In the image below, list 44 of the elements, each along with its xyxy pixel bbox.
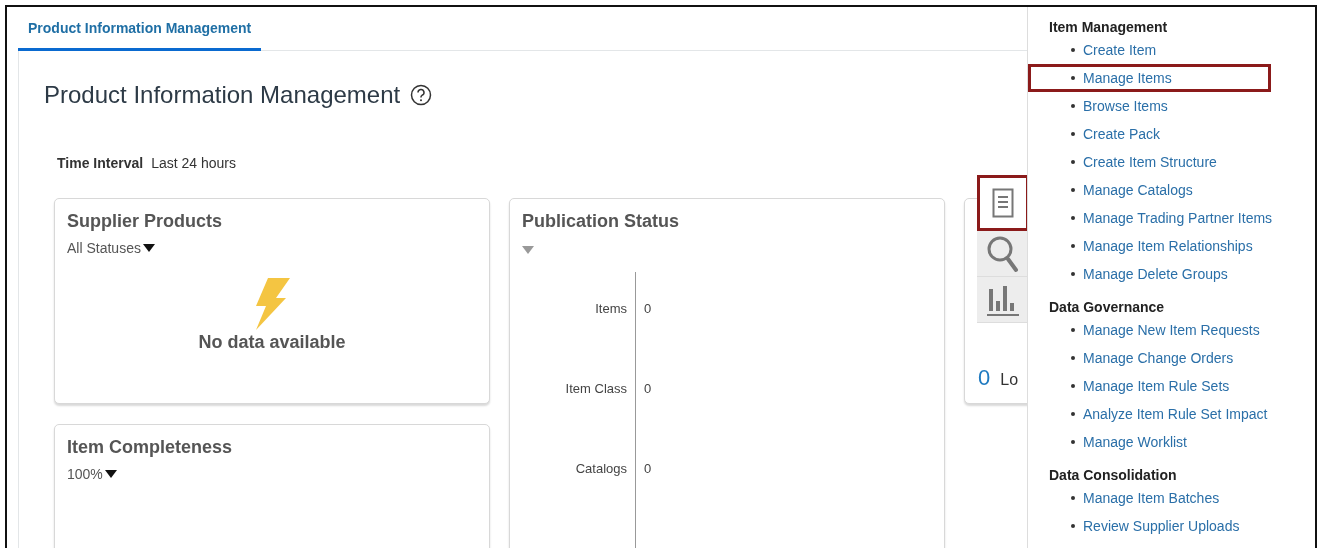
status-label: Items — [594, 300, 627, 316]
card-title: Item Completeness — [67, 437, 234, 458]
no-data-message: No data available — [198, 332, 346, 353]
task-link[interactable]: Create Item Structure — [1028, 148, 1221, 176]
task-link[interactable]: Browse Items — [1028, 92, 1172, 120]
time-interval-value: Last 24 hours — [151, 155, 236, 171]
task-link[interactable]: Manage New Item Requests — [1028, 316, 1264, 344]
status-value: 0 — [644, 460, 652, 476]
status-value: 0 — [644, 380, 652, 396]
count-label: Lo — [1000, 371, 1019, 389]
group-heading: Data Governance — [1048, 298, 1165, 316]
help-icon[interactable] — [410, 84, 433, 106]
document-icon — [992, 188, 1014, 218]
card-title: Supplier Products — [67, 211, 224, 232]
task-link[interactable]: Manage Change Orders — [1028, 344, 1238, 372]
group-heading: Data Consolidation — [1048, 466, 1177, 484]
card-title: Publication Status — [522, 211, 681, 232]
time-interval-label: Time Interval — [57, 155, 144, 171]
view-toggle[interactable] — [977, 175, 1027, 231]
task-link[interactable]: Manage Items — [1028, 64, 1271, 92]
group-heading: Item Management — [1048, 18, 1168, 36]
task-link[interactable]: Create Pack — [1028, 120, 1165, 148]
caret-icon[interactable] — [104, 470, 117, 478]
filter-value[interactable]: 100% — [67, 466, 103, 482]
task-link[interactable]: Review Supplier Uploads — [1028, 512, 1244, 540]
page-tab[interactable]: Product Information Management — [18, 7, 262, 51]
filter-value[interactable]: All Statuses — [67, 240, 141, 256]
task-link[interactable]: Manage Item Relationships — [1028, 232, 1257, 260]
task-link[interactable]: Analyze Item Rule Set Impact — [1028, 400, 1272, 428]
status-label: Item Class — [564, 380, 627, 396]
count-value[interactable]: 0 — [978, 365, 991, 391]
status-label: Catalogs — [574, 460, 627, 476]
task-link[interactable]: Manage Item Rule Sets — [1028, 372, 1234, 400]
task-link[interactable]: Manage Worklist — [1028, 428, 1191, 456]
page-title: Product Information Management — [44, 81, 401, 109]
task-link[interactable]: Manage Delete Groups — [1028, 260, 1232, 288]
lightning-icon — [254, 278, 290, 330]
search-icon — [986, 234, 1020, 273]
status-value: 0 — [644, 300, 652, 316]
task-link[interactable]: Manage Item Batches — [1028, 484, 1224, 512]
task-link[interactable]: Create Item — [1028, 36, 1161, 64]
task-link[interactable]: Manage Trading Partner Items — [1028, 204, 1277, 232]
caret-icon[interactable] — [142, 244, 155, 252]
task-link[interactable]: Manage Catalogs — [1028, 176, 1197, 204]
